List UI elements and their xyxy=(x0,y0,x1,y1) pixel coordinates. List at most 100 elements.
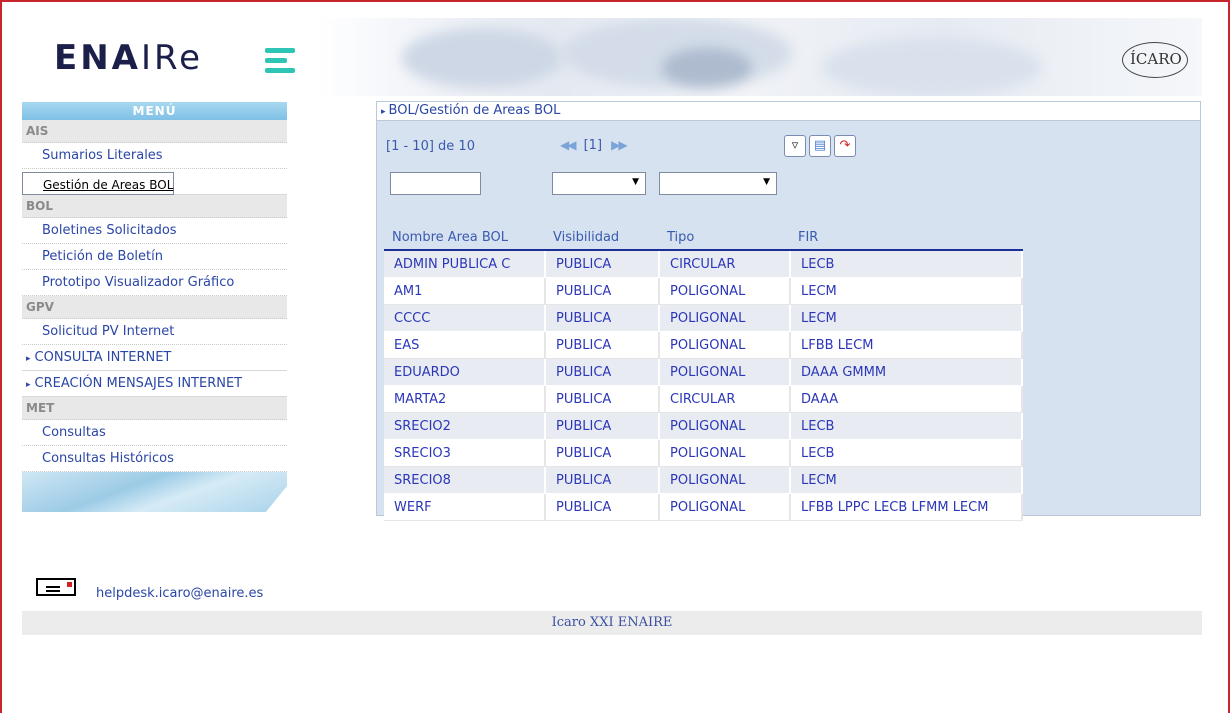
table-row[interactable]: EDUARDO PUBLICA POLIGONAL DAAA GMMM xyxy=(384,358,1023,386)
side-menu: MENÚ AISSumarios Literales▸CONSULTABOLBo… xyxy=(22,102,287,512)
table-cell: POLIGONAL xyxy=(659,304,791,332)
chevron-down-icon: ▼ xyxy=(763,177,770,187)
table-cell: LECB xyxy=(790,412,1023,440)
table-cell: PUBLICA xyxy=(545,250,660,278)
banner-cloud xyxy=(822,38,1042,96)
helpdesk-email-link[interactable]: helpdesk.icaro@enaire.es xyxy=(96,586,263,601)
table-row[interactable]: AM1 PUBLICA POLIGONAL LECM xyxy=(384,277,1023,305)
menu-item-label: CREACIÓN MENSAJES INTERNET xyxy=(34,376,243,391)
column-header[interactable]: Visibilidad xyxy=(545,219,659,251)
menu-expand-item[interactable]: ▸ CONSULTA INTERNET xyxy=(22,345,287,371)
enaire-logo: ENAIRe xyxy=(54,38,203,78)
table-cell[interactable]: WERF xyxy=(384,493,546,521)
table-row[interactable]: SRECIO2 PUBLICA POLIGONAL LECB xyxy=(384,412,1023,440)
current-page[interactable]: [1] xyxy=(584,138,602,153)
table-cell: POLIGONAL xyxy=(659,412,791,440)
enaire-logo-mark-icon xyxy=(265,48,297,78)
menu-item[interactable]: Sumarios Literales xyxy=(22,143,287,169)
table-cell: LFBB LPPC LECB LFMM LECM xyxy=(790,493,1023,521)
menu-footer-decoration xyxy=(22,472,287,512)
chevron-down-icon: ▼ xyxy=(632,177,639,187)
table-row[interactable]: CCCC PUBLICA POLIGONAL LECM xyxy=(384,304,1023,332)
areas-table: Nombre Area BOL Visibilidad Tipo FIR ADMIN … xyxy=(384,219,1023,521)
expand-arrow-icon: ▸ xyxy=(26,380,31,390)
filter-icon[interactable]: ▿ xyxy=(784,135,806,157)
menu-section-bol: BOL xyxy=(22,195,287,218)
table-cell: POLIGONAL xyxy=(659,439,791,467)
column-header[interactable]: Nombre Area BOL xyxy=(384,219,545,251)
filter-visibility-select[interactable]: ▼ xyxy=(552,172,646,195)
table-cell: POLIGONAL xyxy=(659,331,791,359)
table-cell: POLIGONAL xyxy=(659,277,791,305)
menu-title: MENÚ xyxy=(22,102,287,120)
menu-item[interactable]: Petición de Boletín xyxy=(22,244,287,270)
icaro-logo: ÍCARO xyxy=(1120,32,1192,84)
expand-arrow-icon: ▸ xyxy=(26,354,31,364)
table-cell: POLIGONAL xyxy=(659,466,791,494)
menu-item[interactable]: Gestión de Areas BOL xyxy=(22,172,175,195)
table-cell[interactable]: EAS xyxy=(384,331,546,359)
table-cell: LFBB LECM xyxy=(790,331,1023,359)
table-row[interactable]: SRECIO3 PUBLICA POLIGONAL LECB xyxy=(384,439,1023,467)
filter-name-input[interactable] xyxy=(390,172,481,195)
table-cell: LECB xyxy=(790,439,1023,467)
table-cell: DAAA xyxy=(790,385,1023,413)
table-cell[interactable]: SRECIO3 xyxy=(384,439,546,467)
menu-section-ais: AIS xyxy=(22,120,287,143)
next-page-icon[interactable]: ▶▶ xyxy=(611,138,628,152)
table-row[interactable]: MARTA2 PUBLICA CIRCULAR DAAA xyxy=(384,385,1023,413)
table-header-row: Nombre Area BOL Visibilidad Tipo FIR xyxy=(384,219,1022,251)
envelope-icon xyxy=(36,578,76,596)
table-cell: PUBLICA xyxy=(545,385,660,413)
table-cell: PUBLICA xyxy=(545,412,660,440)
breadcrumb-text: BOL/Gestión de Areas BOL xyxy=(388,103,561,118)
table-row[interactable]: EAS PUBLICA POLIGONAL LFBB LECM xyxy=(384,331,1023,359)
table-body: ADMIN PUBLICA C PUBLICA CIRCULAR LECB AM1 PUB… xyxy=(384,250,1023,521)
table-cell: PUBLICA xyxy=(545,493,660,521)
table-cell: POLIGONAL xyxy=(659,358,791,386)
icaro-logo-text: ÍCARO xyxy=(1130,50,1182,68)
export-pdf-icon[interactable]: ↷ xyxy=(834,135,856,157)
menu-item[interactable]: Solicitud PV Internet xyxy=(22,319,287,345)
table-cell[interactable]: AM1 xyxy=(384,277,546,305)
table-cell[interactable]: SRECIO2 xyxy=(384,412,546,440)
table-cell[interactable]: SRECIO8 xyxy=(384,466,546,494)
table-cell: POLIGONAL xyxy=(659,493,791,521)
banner-cloud xyxy=(662,48,752,88)
table-cell: LECB xyxy=(790,250,1023,278)
table-cell[interactable]: CCCC xyxy=(384,304,546,332)
breadcrumb-arrow-icon: ▸ xyxy=(381,107,386,117)
table-cell: PUBLICA xyxy=(545,277,660,305)
table-row[interactable]: WERF PUBLICA POLIGONAL LFBB LPPC LECB LFMM … xyxy=(384,493,1023,521)
table-cell: PUBLICA xyxy=(545,304,660,332)
table-cell: PUBLICA xyxy=(545,439,660,467)
table-cell[interactable]: EDUARDO xyxy=(384,358,546,386)
breadcrumb: ▸ BOL/Gestión de Areas BOL xyxy=(377,102,1200,121)
menu-item[interactable]: Boletines Solicitados xyxy=(22,218,287,244)
logo-text: ENA xyxy=(54,38,141,78)
table-cell: CIRCULAR xyxy=(659,385,791,413)
menu-item-label: CONSULTA INTERNET xyxy=(34,350,172,365)
menu-item[interactable]: Prototipo Visualizador Gráfico xyxy=(22,270,287,296)
table-cell[interactable]: ADMIN PUBLICA C xyxy=(384,250,546,278)
first-page-icon[interactable]: ◀◀ xyxy=(560,138,577,152)
toolbar-icons: ▿ ▤ ↷ xyxy=(784,135,859,157)
column-header[interactable]: Tipo xyxy=(659,219,790,251)
table-row[interactable]: ADMIN PUBLICA C PUBLICA CIRCULAR LECB xyxy=(384,250,1023,278)
filter-tipo-select[interactable]: ▼ xyxy=(659,172,777,195)
menu-item[interactable]: Consultas xyxy=(22,420,287,446)
menu-item[interactable]: Consultas Históricos xyxy=(22,446,287,472)
menu-expand-item[interactable]: ▸ CREACIÓN MENSAJES INTERNET xyxy=(22,371,287,397)
page-footer: Icaro XXI ENAIRE xyxy=(22,611,1202,635)
column-header[interactable]: FIR xyxy=(790,219,1022,251)
table-cell: PUBLICA xyxy=(545,331,660,359)
table-cell: LECM xyxy=(790,277,1023,305)
table-cell[interactable]: MARTA2 xyxy=(384,385,546,413)
table-cell: PUBLICA xyxy=(545,358,660,386)
table-cell: PUBLICA xyxy=(545,466,660,494)
table-cell: LECM xyxy=(790,304,1023,332)
table-row[interactable]: SRECIO8 PUBLICA POLIGONAL LECM xyxy=(384,466,1023,494)
banner-cloud xyxy=(402,28,562,88)
pager-range: [1 - 10] de 10 xyxy=(386,139,475,154)
export-document-icon[interactable]: ▤ xyxy=(809,135,831,157)
